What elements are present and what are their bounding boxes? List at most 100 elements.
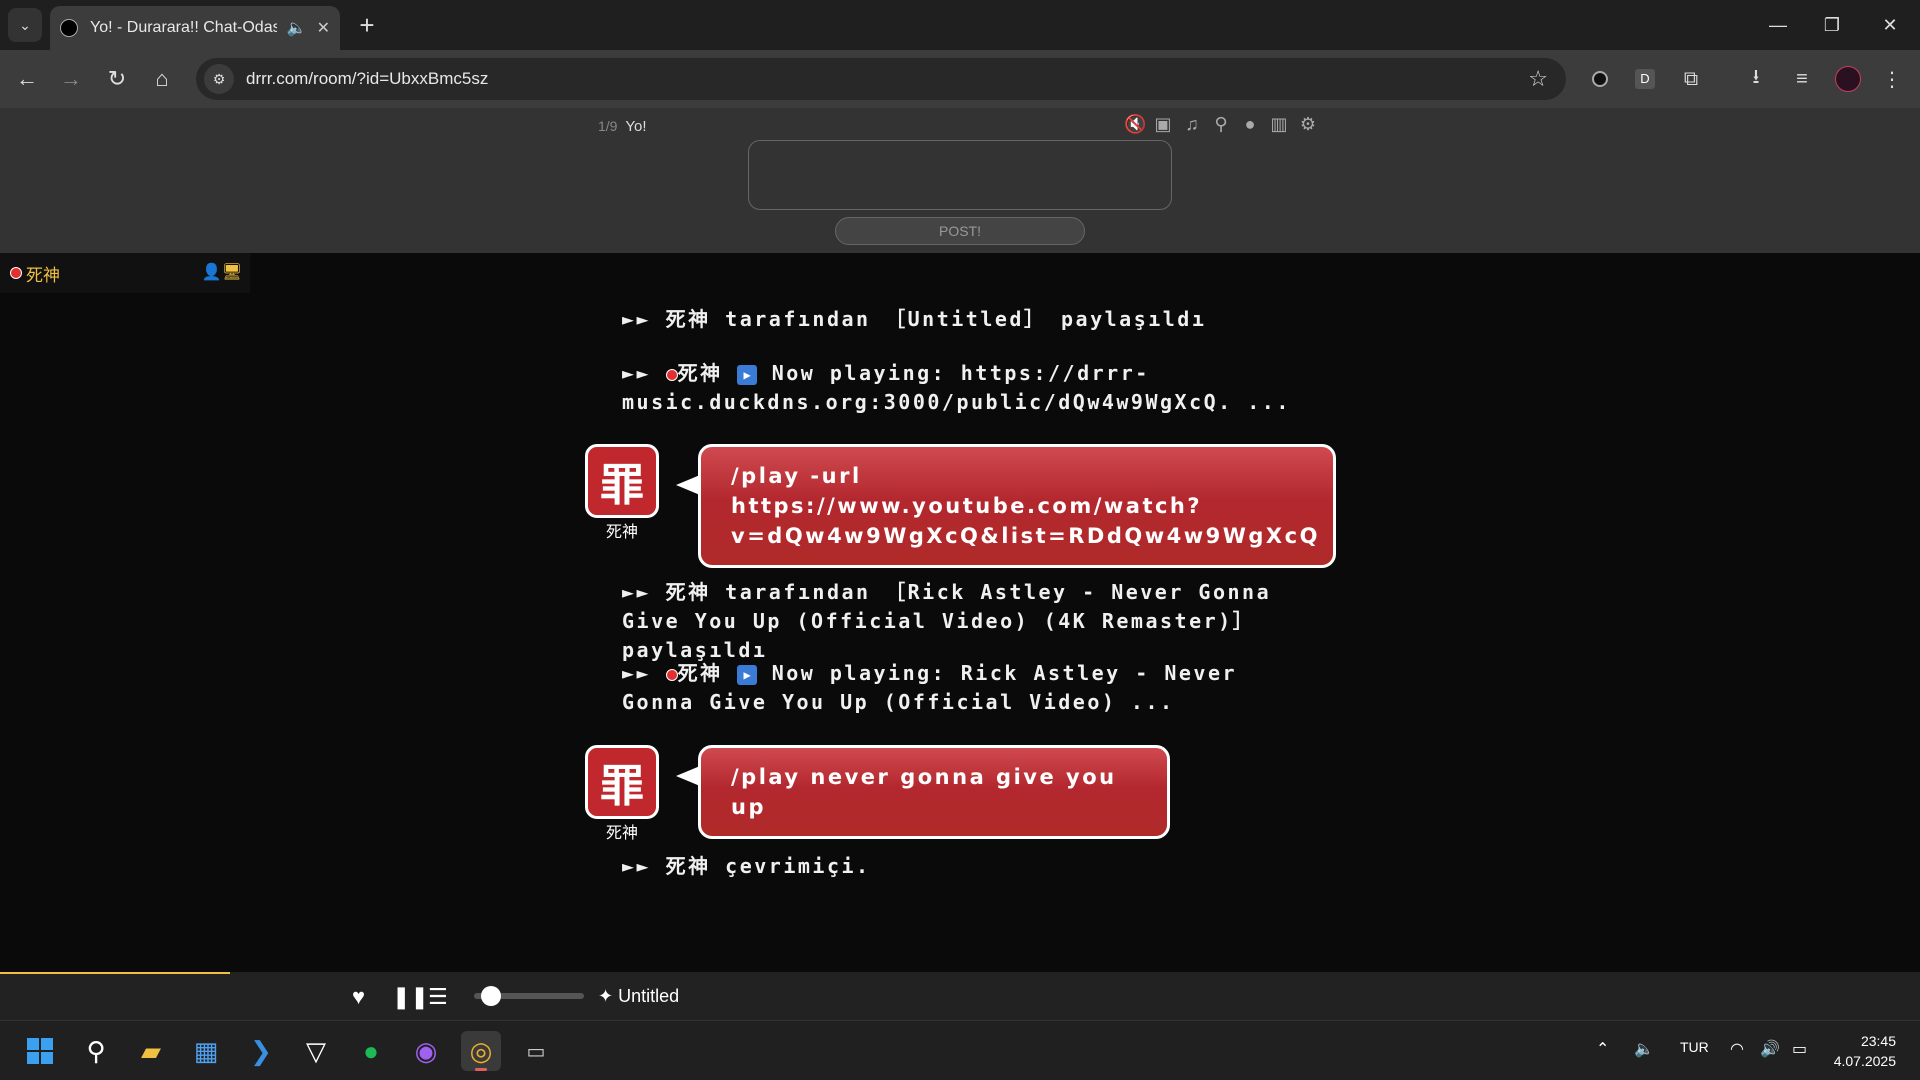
online-dot-icon [665, 368, 678, 381]
star-icon[interactable]: ☆ [1528, 66, 1548, 92]
post-button[interactable]: POST! [835, 217, 1085, 245]
pause-icon[interactable]: ❚❚ [392, 984, 429, 1010]
windows-start-icon[interactable] [20, 1031, 60, 1071]
now-playing: ✦ Untitled [598, 986, 679, 1007]
extension-d-icon[interactable]: D [1629, 63, 1661, 95]
user-name: 死神 [26, 265, 60, 285]
room-user-count: 1/9 [598, 118, 618, 134]
system-message: ►► 死神 tarafından ［Rick Astley - Never Go… [622, 580, 1272, 662]
browser-tab-strip: ⌄ Yo! - Durarara!! Chat-Odası 🔈 ✕ + — ❐ … [0, 0, 1920, 50]
clock-date: 4.07.2025 [1833, 1053, 1896, 1069]
close-icon: ✕ [1882, 14, 1898, 35]
chrome-icon[interactable]: ◎ [461, 1031, 501, 1071]
search-icon[interactable]: ⚲ [1211, 114, 1231, 135]
address-bar[interactable]: ⚙ drrr.com/room/?id=UbxxBmc5sz ☆ [196, 58, 1566, 100]
new-tab-button[interactable]: + [352, 10, 382, 40]
playlist-icon[interactable]: ☰ [428, 984, 448, 1010]
image-icon[interactable]: ▣ [1153, 114, 1173, 135]
bubble-tail [676, 766, 700, 786]
download-icon[interactable]: ⭳ [1740, 63, 1772, 95]
volume-slider-knob[interactable] [481, 986, 501, 1006]
user-list-item[interactable]: 死神 👤🖥 [0, 253, 250, 293]
site-favicon-icon [60, 19, 78, 37]
gear-icon[interactable]: ⚙ [1298, 114, 1318, 135]
play-icon: ▶ [737, 664, 758, 685]
url-text[interactable]: drrr.com/room/?id=UbxxBmc5sz [246, 69, 1528, 89]
speaker-icon[interactable]: 🔈 [287, 18, 307, 38]
message-user-name: 死神 [677, 361, 723, 385]
window-close-button[interactable]: ✕ [1870, 8, 1910, 42]
room-name: Yo! [625, 118, 647, 135]
chat-bubble: /play -url https://www.youtube.com/watch… [698, 444, 1336, 568]
chevron-down-icon: ⌄ [19, 16, 31, 33]
language-indicator[interactable]: TUR [1680, 1039, 1709, 1055]
message-text: Now playing: https://drrr-music.duckdns.… [622, 361, 1291, 414]
playback-progress[interactable] [0, 972, 230, 974]
message-input[interactable] [748, 140, 1172, 210]
system-message: ►► 死神 çevrimiçi. [622, 854, 871, 878]
store-icon[interactable]: ▦ [186, 1031, 226, 1071]
puzzle-icon[interactable]: ⧉ [1675, 63, 1707, 95]
user-avatar[interactable]: 罪 [585, 745, 659, 819]
file-explorer-icon[interactable]: ▰ [131, 1031, 171, 1071]
forward-button[interactable]: → [52, 60, 90, 98]
clock-time: 23:45 [1860, 1033, 1896, 1049]
music-icon[interactable]: ♫ [1182, 114, 1202, 135]
user-device-icon: 👤🖥 [201, 264, 242, 281]
music-player-bar: ♥ ❚❚ ☰ ✦ Untitled [0, 972, 1920, 1020]
online-dot-icon [665, 668, 678, 681]
reload-button[interactable]: ↻ [98, 60, 136, 98]
wifi-icon[interactable]: ◠ [1730, 1039, 1744, 1059]
speaker-icon[interactable]: 🔈 [1634, 1039, 1654, 1059]
windows-taskbar: ⚲ ▰ ▦ ❯ ▽ ● ◉ ◎ ▭ ⌃ 🔈 TUR ◠ 🔊 ▭ 23:45 4.… [0, 1020, 1920, 1080]
avatar-name: 死神 [605, 825, 638, 842]
plus-icon: + [359, 9, 375, 40]
arrow-right-icon: → [60, 66, 82, 91]
menu-dots-icon[interactable]: ⋮ [1876, 63, 1908, 95]
reload-icon: ↻ [107, 66, 127, 91]
audio-wave-icon: ✦ [598, 986, 614, 1006]
profile-avatar[interactable] [1832, 63, 1864, 95]
gift-icon[interactable]: ▥ [1269, 114, 1289, 135]
minimize-button[interactable]: — [1758, 8, 1798, 42]
restore-button[interactable]: ❐ [1812, 8, 1852, 42]
restore-icon: ❐ [1823, 14, 1841, 35]
battery-icon[interactable]: ▭ [1792, 1039, 1807, 1059]
system-message: ►► 死神 tarafından ［Untitled］ paylaşıldı [622, 307, 1207, 331]
search-icon[interactable]: ⚲ [76, 1031, 116, 1071]
extension-dark-icon[interactable] [1584, 63, 1616, 95]
site-info-icon[interactable]: ⚙ [204, 64, 234, 94]
online-dot-icon [10, 267, 22, 279]
arrow-prefix: ►► [622, 361, 666, 385]
message-user-name: 死神 [677, 661, 723, 685]
arrow-prefix: ►► [622, 661, 666, 685]
avatar-name: 死神 [605, 524, 638, 541]
room-toolbar: 🔇 ▣ ♫ ⚲ ● ▥ ⚙ [1124, 114, 1318, 135]
tab-search-button[interactable]: ⌄ [8, 8, 42, 42]
volume-icon[interactable]: 🔊 [1760, 1039, 1780, 1059]
user-icon[interactable]: ● [1240, 114, 1260, 135]
vscode-icon[interactable]: ❯ [241, 1031, 281, 1071]
heart-icon[interactable]: ♥ [352, 984, 365, 1010]
media-control-icon[interactable]: ≡ [1786, 63, 1818, 95]
chat-bubble: /play never gonna give you up [698, 745, 1170, 839]
close-icon[interactable]: ✕ [317, 18, 330, 38]
mute-icon[interactable]: 🔇 [1124, 114, 1146, 135]
browser-tab-active[interactable]: Yo! - Durarara!! Chat-Odası 🔈 ✕ [50, 6, 340, 50]
terminal-icon[interactable]: ▭ [516, 1031, 556, 1071]
app-v-icon[interactable]: ▽ [296, 1031, 336, 1071]
home-button[interactable]: ⌂ [143, 60, 181, 98]
chat-room-page: 1/9 Yo! 🔇 ▣ ♫ ⚲ ● ▥ ⚙ POST! 死神 👤🖥 ►► 死神 … [0, 108, 1920, 1020]
system-message: ►► 死神 ▶ Now playing: https://drrr-music.… [622, 359, 1312, 417]
system-clock[interactable]: 23:45 4.07.2025 [1834, 1031, 1896, 1071]
user-avatar[interactable]: 罪 [585, 444, 659, 518]
room-header: 1/9 Yo! 🔇 ▣ ♫ ⚲ ● ▥ ⚙ POST! [0, 108, 1920, 253]
browser-toolbar: ← → ↻ ⌂ ⚙ drrr.com/room/?id=UbxxBmc5sz ☆… [0, 50, 1920, 108]
app-purple-icon[interactable]: ◉ [406, 1031, 446, 1071]
bubble-tail [676, 475, 700, 495]
room-title: 1/9 Yo! [598, 118, 647, 135]
track-title: Untitled [618, 986, 680, 1006]
spotify-icon[interactable]: ● [351, 1031, 391, 1071]
chevron-up-icon[interactable]: ⌃ [1596, 1039, 1609, 1059]
back-button[interactable]: ← [8, 60, 46, 98]
